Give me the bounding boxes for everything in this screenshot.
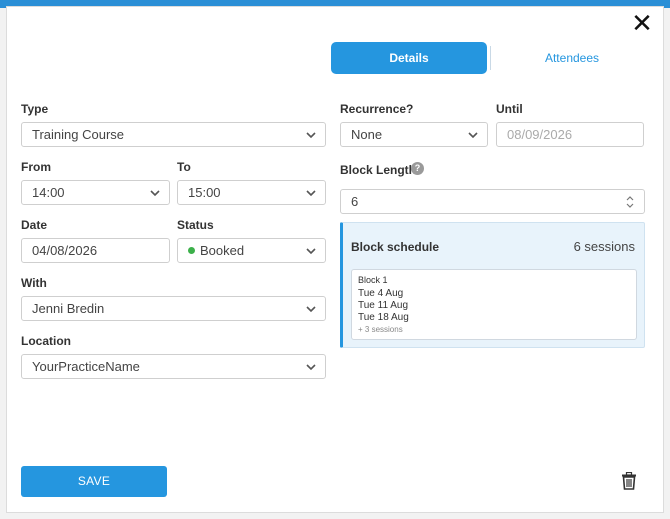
date-input[interactable]: 04/08/2026	[21, 238, 170, 263]
status-value: Booked	[200, 243, 245, 258]
chevron-down-icon	[468, 130, 478, 140]
recurrence-value: None	[351, 127, 383, 142]
help-icon[interactable]: ?	[411, 162, 424, 175]
until-input: 08/09/2026	[496, 122, 644, 147]
recurrence-select[interactable]: None	[340, 122, 488, 147]
until-value: 08/09/2026	[507, 127, 573, 142]
to-select[interactable]: 15:00	[177, 180, 326, 205]
to-label: To	[177, 160, 191, 174]
with-label: With	[21, 276, 47, 290]
save-button[interactable]: SAVE	[21, 466, 167, 497]
trash-icon[interactable]	[621, 471, 637, 490]
status-label: Status	[177, 218, 214, 232]
until-label: Until	[496, 102, 523, 116]
chevron-down-icon	[306, 362, 316, 372]
block-card: Block 1 Tue 4 Aug Tue 11 Aug Tue 18 Aug …	[351, 269, 637, 340]
session-count: 6 sessions	[573, 239, 635, 254]
location-label: Location	[21, 334, 71, 348]
from-select[interactable]: 14:00	[21, 180, 170, 205]
stepper-arrows-icon[interactable]	[625, 194, 635, 210]
more-sessions-text: + 3 sessions	[358, 325, 403, 334]
chevron-down-icon	[306, 304, 316, 314]
type-select[interactable]: Training Course	[21, 122, 326, 147]
block-name: Block 1	[358, 275, 388, 285]
block-length-value: 6	[351, 194, 359, 209]
block-schedule-title: Block schedule	[351, 240, 440, 254]
block-date-item: Tue 4 Aug	[358, 288, 404, 299]
status-select[interactable]: Booked	[177, 238, 326, 263]
with-select[interactable]: Jenni Bredin	[21, 296, 326, 321]
tab-details[interactable]: Details	[331, 42, 487, 74]
location-value: YourPracticeName	[32, 359, 140, 374]
type-label: Type	[21, 102, 49, 116]
chevron-down-icon	[306, 246, 316, 256]
block-length-stepper[interactable]: 6	[340, 189, 645, 214]
from-value: 14:00	[32, 185, 65, 200]
to-value: 15:00	[188, 185, 221, 200]
status-dot-icon	[188, 247, 195, 254]
close-icon[interactable]: ✕	[629, 10, 655, 37]
block-date-item: Tue 11 Aug	[358, 300, 409, 311]
tab-divider	[490, 46, 491, 70]
date-label: Date	[21, 218, 48, 232]
type-value: Training Course	[32, 127, 125, 142]
block-length-label: Block Length	[340, 163, 417, 177]
date-value: 04/08/2026	[32, 243, 98, 258]
block-date-item: Tue 18 Aug	[358, 312, 409, 323]
block-schedule-panel: Block schedule 6 sessions Block 1 Tue 4 …	[340, 222, 645, 348]
from-label: From	[21, 160, 51, 174]
chevron-down-icon	[306, 188, 316, 198]
tab-attendees[interactable]: Attendees	[496, 42, 648, 74]
chevron-down-icon	[150, 188, 160, 198]
chevron-down-icon	[306, 130, 316, 140]
background-right	[664, 8, 670, 519]
background-bottom	[0, 513, 670, 519]
recurrence-label: Recurrence?	[340, 102, 414, 116]
location-select[interactable]: YourPracticeName	[21, 354, 326, 379]
with-value: Jenni Bredin	[32, 301, 105, 316]
